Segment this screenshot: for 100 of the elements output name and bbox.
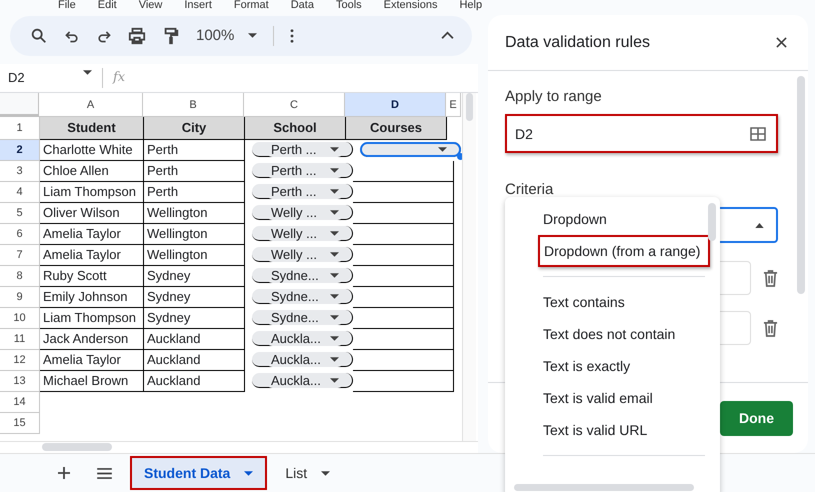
- header-cell: City: [144, 116, 245, 140]
- table-cell: Oliver Wilson: [40, 202, 144, 224]
- caret-icon: [330, 378, 339, 384]
- menu-option[interactable]: Text is valid email: [505, 382, 720, 414]
- table-cell: Charlotte White: [40, 140, 144, 161]
- range-field[interactable]: D2: [505, 114, 778, 153]
- caret-icon: [330, 357, 339, 362]
- table-cell: Amelia Taylor: [40, 350, 144, 371]
- search-icon[interactable]: [30, 26, 48, 45]
- menu-scrollbar[interactable]: [514, 484, 694, 491]
- row-header[interactable]: 7: [0, 244, 40, 266]
- row-header[interactable]: 9: [0, 286, 40, 308]
- table-cell: Sydney: [144, 266, 245, 287]
- row-header[interactable]: 11: [0, 328, 40, 350]
- row-header[interactable]: 15: [0, 412, 40, 434]
- menu-scrollbar[interactable]: [708, 203, 716, 241]
- menu-item[interactable]: Format: [234, 0, 269, 12]
- row-header[interactable]: 12: [0, 350, 40, 371]
- caret-icon: [321, 470, 330, 476]
- table-cell: Sydney: [144, 286, 245, 308]
- menu-item[interactable]: Tools: [336, 0, 362, 12]
- row-header[interactable]: 8: [0, 266, 40, 287]
- menu-option[interactable]: Text does not contain: [505, 318, 720, 350]
- table-cell: Amelia Taylor: [40, 224, 144, 245]
- paint-roller-icon[interactable]: [162, 26, 180, 45]
- menu-item[interactable]: Help: [459, 0, 482, 12]
- menu-option[interactable]: Text is exactly: [505, 350, 720, 382]
- more-icon[interactable]: [290, 28, 294, 43]
- row-header[interactable]: 1: [0, 116, 40, 140]
- header-cell: Student: [40, 116, 144, 140]
- menu-item[interactable]: View: [138, 0, 162, 12]
- caret-icon: [330, 231, 339, 236]
- collapse-icon[interactable]: [441, 31, 454, 40]
- grid-icon[interactable]: [750, 126, 766, 140]
- column-header[interactable]: A: [39, 92, 143, 117]
- function-icon: fx: [113, 70, 126, 86]
- caret-icon: [83, 70, 92, 76]
- table-cell: Perth: [144, 182, 245, 203]
- panel-scrollbar[interactable]: [797, 76, 805, 294]
- table-cell: Michael Brown: [40, 370, 144, 392]
- field-label: Apply to range: [505, 88, 603, 105]
- menu-option[interactable]: Dropdown (from a range): [538, 235, 710, 267]
- column-header[interactable]: D: [345, 92, 446, 117]
- row-header[interactable]: 14: [0, 392, 40, 413]
- row-header[interactable]: 5: [0, 202, 40, 224]
- row-header[interactable]: 2: [0, 140, 40, 161]
- caret-icon: [330, 147, 339, 152]
- zoom-dropdown[interactable]: 100%: [196, 27, 258, 44]
- row-header[interactable]: 13: [0, 370, 40, 392]
- caret-icon: [244, 470, 254, 476]
- table-cell: Auckland: [144, 328, 245, 350]
- header-cell: Courses: [346, 116, 447, 140]
- table-cell: Perth: [144, 140, 245, 161]
- menu-item[interactable]: Insert: [184, 0, 212, 12]
- row-header[interactable]: 4: [0, 182, 40, 203]
- row-header[interactable]: 6: [0, 224, 40, 245]
- caret-icon: [330, 315, 339, 320]
- table-cell: Auckland: [144, 370, 245, 392]
- header-cell: School: [245, 116, 346, 140]
- caret-icon: [438, 147, 447, 152]
- menu-item[interactable]: Edit: [98, 0, 117, 12]
- caret-icon: [248, 33, 258, 38]
- caret-icon: [330, 294, 339, 300]
- sheet-tab[interactable]: Student Data: [130, 456, 268, 490]
- caret-icon: [330, 189, 339, 194]
- table-cell: Emily Johnson: [40, 286, 144, 308]
- table-cell: Chloe Allen: [40, 160, 144, 182]
- menu-item[interactable]: Data: [290, 0, 314, 12]
- caret-icon: [330, 336, 339, 342]
- table-cell: Jack Anderson: [40, 328, 144, 350]
- caret-icon: [330, 273, 339, 278]
- print-icon[interactable]: [128, 26, 146, 45]
- row-header[interactable]: 10: [0, 308, 40, 329]
- sheet-tab[interactable]: List: [273, 456, 342, 490]
- row-header[interactable]: 3: [0, 160, 40, 182]
- name-box[interactable]: D2: [0, 70, 92, 86]
- caret-up-icon: [755, 222, 764, 228]
- table-cell: Perth: [144, 160, 245, 182]
- table-cell: Sydney: [144, 308, 245, 329]
- column-header[interactable]: E: [446, 92, 461, 117]
- menu-item[interactable]: Extensions: [384, 0, 438, 12]
- caret-icon: [330, 210, 339, 216]
- delete-icon[interactable]: [763, 270, 778, 286]
- table-cell: Wellington: [144, 224, 245, 245]
- close-icon[interactable]: [776, 37, 787, 48]
- field-label: Criteria: [505, 181, 554, 198]
- menu-option[interactable]: Dropdown: [505, 203, 720, 235]
- column-header[interactable]: B: [143, 92, 244, 117]
- vertical-scrollbar[interactable]: [462, 92, 476, 442]
- column-header[interactable]: C: [244, 92, 345, 117]
- menu-option[interactable]: Text contains: [505, 286, 720, 318]
- delete-icon[interactable]: [763, 320, 778, 336]
- done-button[interactable]: Done: [720, 400, 793, 436]
- table-cell: Wellington: [144, 244, 245, 266]
- menu-item[interactable]: File: [58, 0, 76, 12]
- menu-option[interactable]: Text is valid URL: [505, 414, 720, 446]
- table-cell: Amelia Taylor: [40, 244, 144, 266]
- horizontal-scrollbar[interactable]: [0, 441, 478, 453]
- table-cell: Liam Thompson: [40, 182, 144, 203]
- panel-title: Data validation rules: [505, 34, 650, 52]
